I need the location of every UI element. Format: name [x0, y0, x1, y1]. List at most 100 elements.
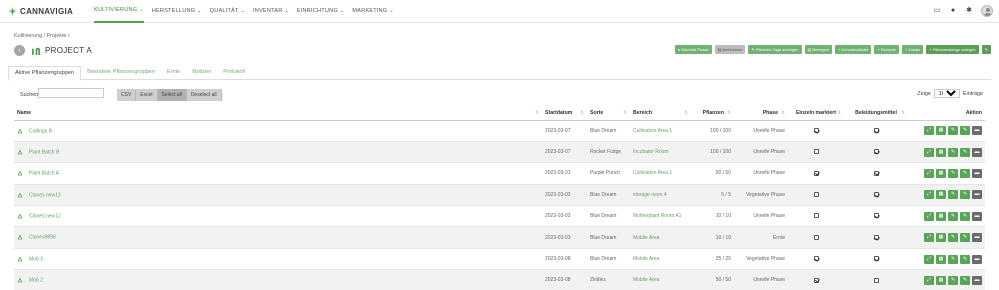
nav-item-einrichtung[interactable]: EINRICHTUNG ⌄: [297, 0, 344, 23]
sort-icon[interactable]: ⇅: [623, 110, 627, 116]
expand-icon[interactable]: ⤢: [924, 147, 934, 157]
pencil-icon[interactable]: ✎: [948, 147, 958, 157]
cell-name[interactable]: Clones new13: [14, 184, 542, 207]
tab-0[interactable]: Aktive Pflanzengruppen: [8, 66, 82, 81]
column-header[interactable]: Bereich ⇅: [630, 106, 691, 121]
cell-name[interactable]: Clones9898: [14, 226, 542, 249]
means-checkbox[interactable]: [873, 127, 879, 133]
nav-item-kultivierung[interactable]: KULTIVIERUNG ⌄: [94, 0, 144, 23]
edit-icon[interactable]: ✎: [960, 147, 970, 157]
cell-area[interactable]: Incubator Room: [630, 141, 691, 164]
sort-icon[interactable]: ⇅: [727, 110, 731, 116]
sort-icon[interactable]: ⇅: [901, 110, 905, 116]
plant-group-name-link[interactable]: Mob 2: [29, 278, 43, 284]
expand-icon[interactable]: ⤢: [924, 126, 934, 136]
cell-name[interactable]: Mob 2: [14, 269, 542, 290]
individually-marked-checkbox[interactable]: [813, 170, 819, 176]
cell-area[interactable]: Cultivation Area 1: [630, 162, 691, 185]
individually-marked-checkbox[interactable]: [813, 234, 819, 240]
tab-4[interactable]: Protokoll: [217, 66, 251, 80]
expand-icon[interactable]: ⤢: [924, 190, 934, 200]
means-checkbox[interactable]: [873, 213, 879, 219]
edit-icon[interactable]: ✎: [960, 233, 970, 243]
cell-area[interactable]: Mobile Area: [630, 269, 691, 290]
back-button[interactable]: ‹: [14, 45, 25, 56]
breadcrumb[interactable]: Kultivierung / Projekte /: [14, 33, 69, 39]
pencil-icon[interactable]: ✎: [948, 168, 958, 178]
trash-icon[interactable]: ▬: [972, 168, 982, 178]
column-header[interactable]: Pflanzen ⇅: [691, 106, 734, 121]
printer-icon[interactable]: ▭: [933, 7, 941, 15]
means-checkbox[interactable]: [873, 192, 879, 198]
table-row[interactable]: Plant Batch B 2023-03-07 Rocket Fudge Incub…: [14, 141, 985, 164]
cell-name[interactable]: Clones new12: [14, 205, 542, 228]
table-row[interactable]: Clones9898 2023-03-03 Blue Dream Mobile Are…: [14, 226, 985, 249]
trash-icon[interactable]: ▬: [972, 190, 982, 200]
action-button-4[interactable]: + Kreuzbestäube: [835, 45, 872, 54]
cell-name[interactable]: Mob 3: [14, 248, 542, 271]
column-header[interactable]: Name ⇅: [14, 106, 542, 121]
cell-area[interactable]: Mobile Area: [630, 248, 691, 271]
action-button-0[interactable]: ▸ Nächste Phase: [675, 45, 712, 54]
edit-icon[interactable]: ✎: [960, 211, 970, 221]
column-header[interactable]: Einzeln markiert ⇅: [788, 106, 844, 121]
table-row[interactable]: Plant Batch A 2023-03-31 Purple Punch Culti…: [14, 162, 985, 185]
cell-name[interactable]: Plant Batch B: [14, 141, 542, 164]
table-row[interactable]: Mob 3 2023-03-08 Blue Dream Mobile Area 25 /…: [14, 248, 985, 271]
sort-icon[interactable]: ⇅: [580, 110, 584, 116]
grid-icon[interactable]: ▦: [936, 168, 946, 178]
trash-icon[interactable]: ▬: [972, 233, 982, 243]
grid-icon[interactable]: ▦: [936, 254, 946, 264]
cell-name[interactable]: Cuttings B: [14, 120, 542, 142]
logo[interactable]: CANNAVIGIA: [8, 6, 86, 16]
table-row[interactable]: Cuttings B 2023-03-07 Blue Dream Cultivatio…: [14, 120, 985, 142]
cell-area[interactable]: Motherplant Room A1: [630, 205, 691, 228]
cell-name[interactable]: Plant Batch A: [14, 162, 542, 185]
edit-icon[interactable]: ✎: [960, 168, 970, 178]
individually-marked-checkbox[interactable]: [813, 277, 819, 283]
export-button-deselect-all[interactable]: Deselect all: [186, 89, 222, 101]
action-button-2[interactable]: ✎ Pflanzen-Tags anzeigen: [748, 45, 802, 54]
plant-group-name-link[interactable]: Plant Batch A: [29, 171, 59, 177]
column-header[interactable]: Beleidungsmittel ⇅: [844, 106, 908, 121]
table-row[interactable]: Clones new12 2023-03-03 Blue Dream Motherpl…: [14, 205, 985, 228]
search-input[interactable]: [38, 88, 104, 98]
grid-icon[interactable]: ▦: [936, 126, 946, 136]
help-icon[interactable]: ●: [949, 7, 957, 15]
pencil-icon[interactable]: ✎: [948, 233, 958, 243]
sort-icon[interactable]: ⇅: [781, 110, 785, 116]
sort-icon[interactable]: ⇅: [535, 110, 539, 116]
plant-group-name-link[interactable]: Clones new13: [29, 192, 61, 198]
means-checkbox[interactable]: [873, 277, 879, 283]
expand-icon[interactable]: ⤢: [924, 275, 934, 285]
edit-icon[interactable]: ✎: [960, 126, 970, 136]
edit-icon[interactable]: ✎: [960, 190, 970, 200]
pencil-icon[interactable]: ✎: [948, 190, 958, 200]
grid-icon[interactable]: ▦: [936, 275, 946, 285]
nav-item-qualität[interactable]: QUALITÄT ⌄: [210, 0, 245, 23]
gear-icon[interactable]: ✱: [965, 7, 973, 15]
grid-icon[interactable]: ▦: [936, 147, 946, 157]
individually-marked-checkbox[interactable]: [813, 256, 819, 262]
pencil-icon[interactable]: ✎: [948, 275, 958, 285]
nav-item-herstellung[interactable]: HERSTELLUNG ⌄: [152, 0, 202, 23]
expand-icon[interactable]: ⤢: [924, 233, 934, 243]
column-header[interactable]: Aktion: [908, 106, 985, 121]
action-button-6[interactable]: + Zusatz: [901, 45, 924, 54]
avatar[interactable]: [981, 5, 993, 17]
column-header[interactable]: Phase ⇅: [734, 106, 788, 121]
expand-icon[interactable]: ⤢: [924, 168, 934, 178]
plant-group-name-link[interactable]: Clones new12: [29, 213, 61, 219]
grid-icon[interactable]: ▦: [936, 190, 946, 200]
action-button-3[interactable]: ▤ Bewegen: [804, 45, 833, 54]
individually-marked-checkbox[interactable]: [813, 213, 819, 219]
plant-group-name-link[interactable]: Mob 3: [29, 256, 43, 262]
cell-area[interactable]: storage room 4: [630, 184, 691, 207]
means-checkbox[interactable]: [873, 170, 879, 176]
sort-icon[interactable]: ⇅: [837, 110, 841, 116]
trash-icon[interactable]: ▬: [972, 254, 982, 264]
action-button-1[interactable]: ▤ Archivieren: [714, 45, 746, 54]
tab-2[interactable]: Ernte: [161, 66, 186, 80]
trash-icon[interactable]: ▬: [972, 147, 982, 157]
individually-marked-checkbox[interactable]: [813, 149, 819, 155]
